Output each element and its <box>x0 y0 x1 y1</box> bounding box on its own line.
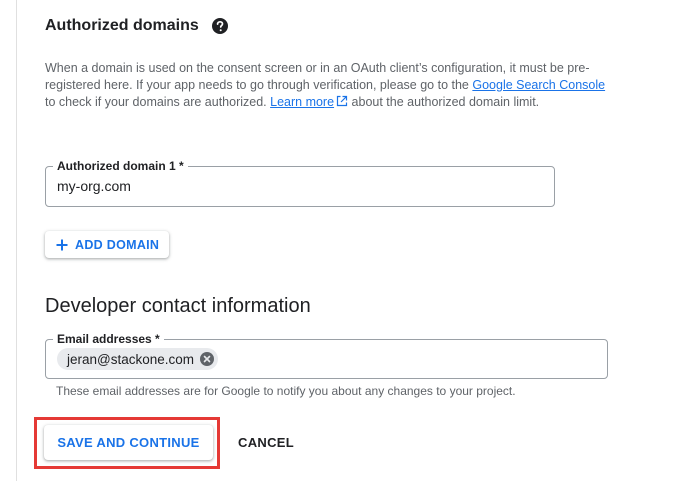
external-link-icon[interactable] <box>336 95 348 107</box>
email-addresses-field[interactable]: Email addresses * jeran@stackone.com <box>45 332 608 379</box>
email-chip: jeran@stackone.com <box>57 348 219 370</box>
learn-more-link[interactable]: Learn more <box>270 95 334 109</box>
save-and-continue-button[interactable]: SAVE AND CONTINUE <box>44 425 213 460</box>
plus-icon <box>56 239 68 250</box>
description-text-2: to check if your domains are authorized. <box>45 95 271 109</box>
close-circle-icon[interactable] <box>200 352 215 366</box>
authorized-domains-heading: Authorized domains <box>45 17 229 35</box>
left-divider <box>16 0 17 481</box>
email-chip-text: jeran@stackone.com <box>67 351 195 367</box>
oauth-consent-form: Authorized domains When a domain is used… <box>0 0 674 481</box>
add-domain-button[interactable]: ADD DOMAIN <box>45 231 170 258</box>
authorized-domains-title: Authorized domains <box>45 17 199 34</box>
description-text-3: about the authorized domain limit. <box>348 95 540 109</box>
help-circle-icon[interactable] <box>211 17 229 35</box>
add-domain-label: ADD DOMAIN <box>75 237 160 252</box>
email-helper-text: These email addresses are for Google to … <box>56 384 516 398</box>
authorized-domain-1-field[interactable]: Authorized domain 1 * my-org.com <box>45 159 555 207</box>
cancel-button[interactable]: CANCEL <box>228 425 304 460</box>
authorized-domain-1-value[interactable]: my-org.com <box>57 178 131 194</box>
authorized-domain-1-label: Authorized domain 1 * <box>53 159 188 173</box>
developer-contact-heading: Developer contact information <box>45 295 311 317</box>
authorized-domains-description: When a domain is used on the consent scr… <box>45 60 615 111</box>
google-search-console-link[interactable]: Google Search Console <box>472 78 605 92</box>
email-addresses-label: Email addresses * <box>53 332 164 346</box>
